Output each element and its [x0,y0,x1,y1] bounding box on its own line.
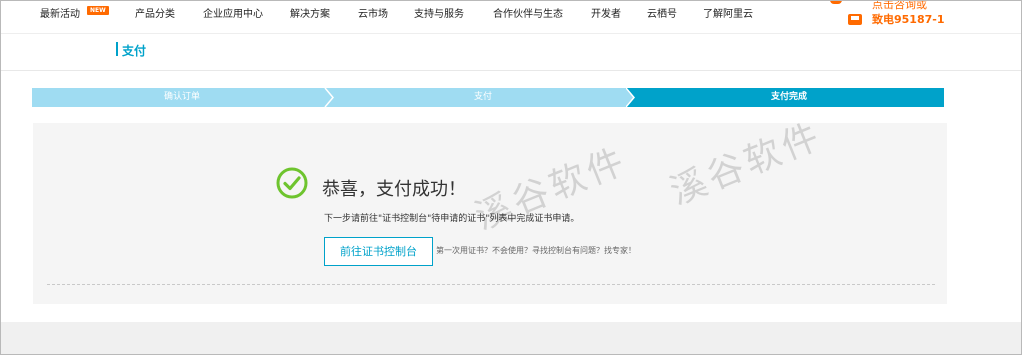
step-payment: 支付 [332,88,634,107]
footer [0,322,1022,355]
success-check-icon [276,167,308,199]
step-label: 确认订单 [163,92,200,102]
nav-support-services[interactable]: 支持与服务 [414,5,464,20]
chat-icon[interactable] [848,14,862,25]
go-to-certificate-console-button[interactable]: 前往证书控制台 [324,237,433,266]
nav-cloud-market[interactable]: 云市场 [358,5,388,20]
page-title: 支付 [122,44,147,58]
nav-partners[interactable]: 合作伙伴与生态 [493,5,563,20]
phone-icon [830,0,842,4]
nav-about[interactable]: 了解阿里云 [703,5,753,20]
progress-steps: 确认订单 支付 支付完成 [32,88,944,107]
page-header [0,33,1022,71]
next-step-instructions: 下一步请前往"证书控制台"待申请的证书"列表中完成证书申请。 [324,214,580,224]
nav-product-categories[interactable]: 产品分类 [135,5,175,20]
nav-developers[interactable]: 开发者 [591,5,621,20]
new-badge: NEW [87,6,109,15]
nav-latest-activities[interactable]: 最新活动 [40,5,80,20]
contact-phone: 致电95187-1 [872,13,945,26]
step-confirm-order: 确认订单 [32,88,332,107]
step-label: 支付 [473,92,492,102]
nav-yunqi[interactable]: 云栖号 [647,5,677,20]
success-heading: 恭喜，支付成功！ [322,179,466,200]
nav-enterprise-apps[interactable]: 企业应用中心 [203,5,263,20]
step-divider-arrow [324,88,334,107]
nav-solutions[interactable]: 解决方案 [290,5,330,20]
top-navigation: 最新活动 NEW 产品分类 企业应用中心 解决方案 云市场 支持与服务 合作伙伴… [0,0,1022,26]
divider [47,284,935,285]
title-accent-bar [116,42,118,56]
help-link[interactable]: 第一次用证书？不会使用？寻找控制台有问题？找专家！ [436,245,636,256]
step-payment-complete: 支付完成 [634,88,944,107]
step-label: 支付完成 [770,92,807,102]
step-divider-arrow [626,88,635,107]
